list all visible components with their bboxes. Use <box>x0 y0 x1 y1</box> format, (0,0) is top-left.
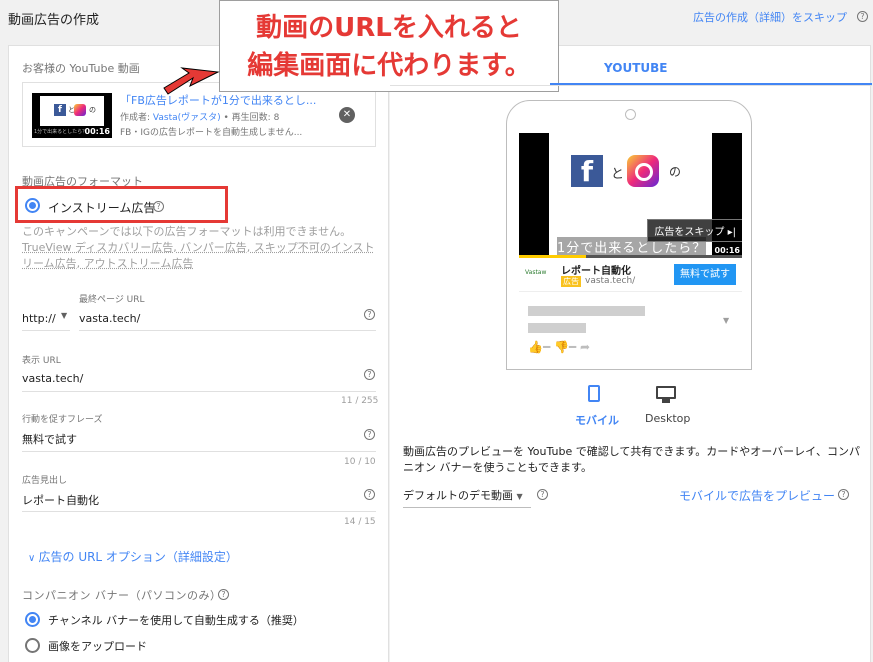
format-notice: このキャンペーンでは以下の広告フォーマットは利用できません。 TrueView … <box>22 224 378 272</box>
url-options-label: 広告の URL オプション（詳細設定） <box>38 550 238 564</box>
phone-camera <box>625 109 636 120</box>
ad-info-row: Vastaw レポート自動化 広告 vasta.tech/ 無料で試す <box>519 258 742 292</box>
desktop-stand <box>662 399 670 403</box>
headline-counter: 14 / 15 <box>344 517 376 527</box>
help-icon[interactable]: ? <box>364 489 375 500</box>
help-icon[interactable]: ? <box>364 369 375 380</box>
placeholder-title <box>528 306 645 316</box>
ad-display-url: vasta.tech/ <box>585 276 636 286</box>
final-url-input[interactable]: vasta.tech/ <box>79 312 140 325</box>
skip-ad-button[interactable]: 広告をスキップ ▸| <box>647 219 742 242</box>
demo-video-select[interactable]: デフォルトのデモ動画 ▼ <box>403 487 523 503</box>
preview-video[interactable]: f と の 1分で出来るとしたら？ 広告をスキップ ▸| 00:16 <box>519 133 742 258</box>
display-url-underline <box>22 391 376 392</box>
ad-headline: レポート自動化 <box>561 266 631 277</box>
help-icon[interactable]: ? <box>537 489 548 500</box>
video-thumbnail: f と の 1分で出来るとしたら？ 00:16 <box>32 93 112 138</box>
display-url-label: 表示 URL <box>22 356 61 366</box>
url-options-expander[interactable]: ∨ 広告の URL オプション（詳細設定） <box>28 548 238 565</box>
video-duration: 00:16 <box>84 127 110 136</box>
help-icon[interactable]: ? <box>364 429 375 440</box>
mobile-icon[interactable] <box>588 385 600 402</box>
callout-line-1: 動画のURLを入れると <box>256 13 522 43</box>
cta-label: 行動を促すフレーズ <box>22 415 103 425</box>
display-url-input[interactable]: vasta.tech/ <box>22 372 83 385</box>
headline-label: 広告見出し <box>22 476 68 486</box>
cta-counter: 10 / 10 <box>344 457 376 467</box>
preview-description: 動画広告のプレビューを YouTube で確認して共有できます。カードやオーバー… <box>403 445 860 474</box>
unavailable-formats[interactable]: TrueView ディスカバリー広告, バンパー広告, スキップ不可のインストリ… <box>22 241 375 270</box>
view-count: • 再生回数: 8 <box>220 113 280 123</box>
page-title: 動画広告の作成 <box>8 13 100 28</box>
ad-badge: 広告 <box>561 276 581 287</box>
thumb-text: の <box>89 106 96 114</box>
like-dislike-share-icons: 👍━ 👎━ ➦ <box>528 340 591 354</box>
help-icon[interactable]: ? <box>364 309 375 320</box>
skip-advanced-link[interactable]: 広告の作成（詳細）をスキップ <box>693 9 847 25</box>
final-url-label: 最終ページ URL <box>79 295 145 305</box>
auto-generate-label: チャンネル バナーを使用して自動生成する（推奨） <box>48 614 304 627</box>
headline-underline <box>22 511 376 512</box>
upload-image-radio[interactable] <box>25 638 40 653</box>
author-link[interactable]: Vasta(ヴァスタ) <box>153 113 221 123</box>
tab-divider <box>390 85 872 86</box>
instagram-logo <box>627 155 659 187</box>
mobile-preview-link[interactable]: モバイルで広告をプレビュー <box>679 487 835 504</box>
protocol-underline <box>22 330 70 331</box>
tab-indicator <box>550 83 872 85</box>
letterbox-left <box>519 133 549 258</box>
callout-line-2: 編集画面に代わります。 <box>247 51 531 81</box>
thumb-subtitle: 1分で出来るとしたら？ <box>34 129 88 135</box>
help-icon[interactable]: ? <box>838 489 849 500</box>
phone-screen: f と の 1分で出来るとしたら？ 広告をスキップ ▸| 00:16 Vasta… <box>519 133 742 366</box>
tab-youtube[interactable]: YOUTUBE <box>604 61 667 75</box>
video-text: の <box>669 165 682 179</box>
display-url-counter: 11 / 255 <box>341 396 379 406</box>
advertiser-logo: Vastaw <box>525 269 547 276</box>
annotation-callout: 動画のURLを入れると 編集画面に代わります。 <box>219 0 559 92</box>
highlight-box <box>15 186 228 223</box>
chevron-down-icon: ▼ <box>516 492 523 501</box>
headline-input[interactable]: レポート自動化 <box>22 492 99 508</box>
chevron-down-icon: ▼ <box>723 316 730 325</box>
upload-image-label: 画像をアップロード <box>48 640 147 653</box>
author-prefix: 作成者: <box>120 113 153 123</box>
chevron-down-icon[interactable]: ▼ <box>61 311 67 320</box>
video-meta: 作成者: Vasta(ヴァスタ) • 再生回数: 8 <box>120 110 279 123</box>
help-icon[interactable]: ? <box>857 11 868 22</box>
instagram-logo <box>74 104 86 116</box>
cta-input[interactable]: 無料で試す <box>22 431 77 447</box>
placeholder-subtitle <box>528 323 586 333</box>
protocol-select[interactable]: http:// <box>22 312 56 325</box>
chevron-down-icon: ∨ <box>28 553 39 564</box>
facebook-logo: f <box>571 155 603 188</box>
companion-banner-label: コンパニオン バナー（パソコンのみ） <box>22 589 222 602</box>
demo-select-underline <box>403 507 531 508</box>
ad-cta-button[interactable]: 無料で試す <box>674 264 736 285</box>
demo-video-value: デフォルトのデモ動画 <box>403 489 513 502</box>
video-duration: 00:16 <box>714 246 740 255</box>
clear-video-button[interactable]: ✕ <box>339 107 355 123</box>
facebook-logo: f <box>54 104 66 116</box>
notice-text: このキャンペーンでは以下の広告フォーマットは利用できません。 <box>22 225 352 238</box>
annotation-arrow-icon <box>163 67 220 95</box>
device-mobile[interactable]: モバイル <box>575 412 619 428</box>
final-url-underline <box>79 330 376 331</box>
video-field-label: お客様の YouTube 動画 <box>22 62 140 75</box>
video-text: と <box>611 167 625 182</box>
cta-underline <box>22 451 376 452</box>
help-icon[interactable]: ? <box>218 589 229 600</box>
desktop-icon[interactable] <box>656 386 676 399</box>
auto-generate-radio[interactable] <box>25 612 40 627</box>
device-desktop[interactable]: Desktop <box>645 412 690 425</box>
video-description: FB・IGの広告レポートを自動生成しません... <box>120 128 303 138</box>
